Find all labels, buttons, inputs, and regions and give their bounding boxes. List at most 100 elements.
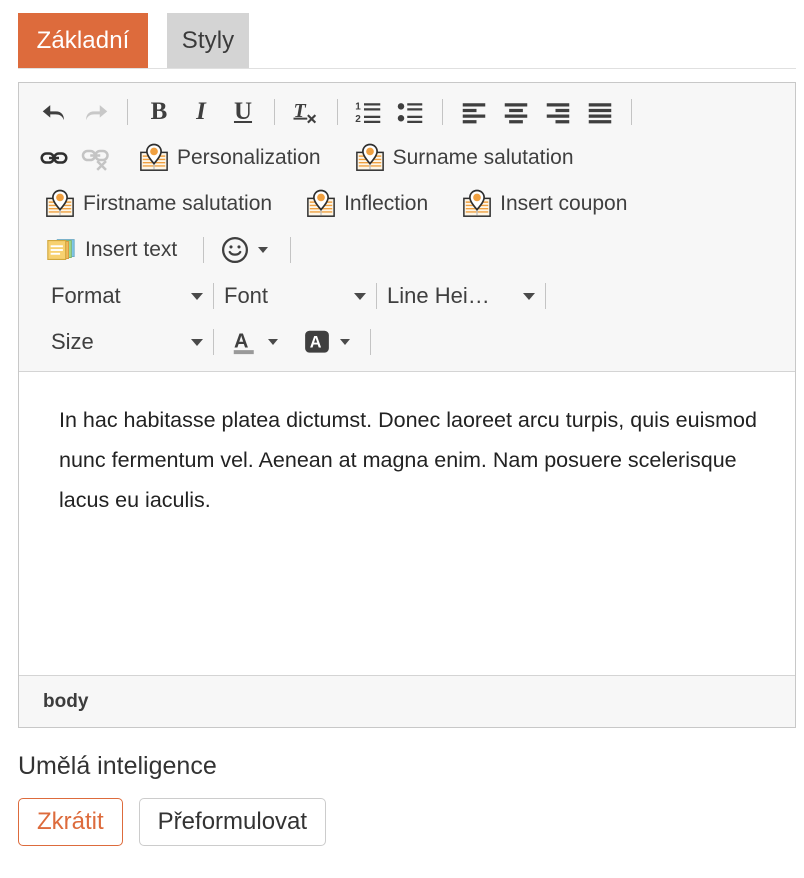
tab-styly-label: Styly (181, 26, 235, 54)
toolbar-row-6: Size A A (19, 319, 795, 365)
surname-salutation-label: Surname salutation (392, 146, 574, 169)
link-icon (40, 152, 68, 164)
toolbar-separator (127, 99, 128, 125)
font-dropdown[interactable]: Font (224, 276, 366, 316)
remove-format-button[interactable]: T (285, 93, 327, 131)
firstname-salutation-button[interactable]: Firstname salutation (37, 185, 280, 223)
map-marker-icon (463, 189, 492, 217)
chevron-down-icon (268, 339, 278, 345)
bold-button[interactable]: B (138, 93, 180, 131)
personalization-button[interactable]: Personalization (131, 139, 329, 177)
map-marker-icon (307, 189, 335, 217)
toolbar-row-1: B I U T 1 2 (19, 89, 795, 135)
chevron-down-icon (258, 247, 269, 253)
toolbar-separator (213, 329, 214, 355)
toolbar-row-4: Insert text (19, 227, 795, 273)
italic-button[interactable]: I (180, 93, 222, 131)
align-center-button[interactable] (495, 93, 537, 131)
size-dropdown[interactable]: Size (51, 322, 203, 362)
format-dropdown-label: Format (51, 283, 121, 308)
line-height-dropdown[interactable]: Line Hei… (387, 276, 535, 316)
chevron-down-icon (523, 292, 535, 300)
align-left-button[interactable] (453, 93, 495, 131)
svg-text:A: A (310, 334, 322, 352)
chevron-down-icon (191, 292, 203, 300)
bulleted-list-icon (397, 103, 423, 123)
tab-zakladni[interactable]: Základní (18, 13, 148, 68)
svg-text:2: 2 (355, 114, 361, 125)
align-justify-icon (588, 103, 612, 124)
italic-icon: I (196, 98, 206, 125)
tab-bar: Základní Styly (0, 0, 804, 70)
background-color-button[interactable]: A (296, 323, 356, 361)
chevron-down-icon (191, 338, 203, 346)
toolbar-row-5: Format Font Line Hei… (19, 273, 795, 319)
insert-text-label: Insert text (85, 238, 178, 261)
insert-text-button[interactable]: Insert text (37, 231, 185, 269)
surname-salutation-button[interactable]: Surname salutation (347, 139, 582, 177)
rephrase-button[interactable]: Přeformulovat (138, 798, 327, 846)
underline-icon: U (233, 98, 253, 125)
undo-icon (42, 105, 64, 121)
tab-bar-underline (18, 68, 796, 69)
inflection-button[interactable]: Inflection (298, 185, 436, 223)
toolbar-row-3: Firstname salutation Inflection Insert c… (19, 181, 795, 227)
bulleted-list-button[interactable] (390, 93, 432, 131)
redo-button[interactable] (75, 93, 117, 131)
path-item-body[interactable]: body (43, 691, 88, 713)
format-dropdown[interactable]: Format (51, 276, 203, 316)
svg-text:A: A (234, 331, 248, 353)
toolbar-separator (631, 99, 632, 125)
editor-body-paragraph: In hac habitasse platea dictumst. Donec … (59, 408, 757, 512)
underline-button[interactable]: U (222, 93, 264, 131)
chevron-down-icon (340, 339, 350, 345)
text-color-icon: A (233, 331, 254, 355)
line-height-dropdown-label: Line Hei… (387, 283, 490, 308)
numbered-list-icon: 1 2 (355, 102, 381, 125)
link-button[interactable] (33, 139, 75, 177)
align-right-icon (546, 103, 570, 124)
toolbar-separator (203, 237, 205, 263)
align-right-button[interactable] (537, 93, 579, 131)
page-root: Základní Styly B I U T 1 2 Personalizati… (0, 0, 804, 878)
map-marker-icon (355, 143, 384, 171)
shorten-button[interactable]: Zkrátit (18, 798, 123, 846)
remove-format-icon: T (293, 100, 317, 124)
redo-icon (86, 105, 108, 121)
unlink-button[interactable] (75, 139, 117, 177)
toolbar-separator (376, 283, 377, 309)
firstname-salutation-label: Firstname salutation (83, 192, 273, 215)
map-marker-icon (140, 143, 168, 171)
emoji-button[interactable] (214, 231, 274, 269)
toolbar-row-2: Personalization Surname salutation (19, 135, 795, 181)
insert-coupon-button[interactable]: Insert coupon (454, 185, 635, 223)
toolbar-separator (290, 237, 292, 263)
tab-zakladni-label: Základní (36, 26, 130, 54)
align-justify-button[interactable] (579, 93, 621, 131)
sticky-notes-icon (47, 239, 75, 260)
insert-coupon-label: Insert coupon (500, 192, 628, 215)
undo-button[interactable] (33, 93, 75, 131)
smiley-icon (222, 237, 249, 263)
personalization-label: Personalization (177, 146, 321, 169)
map-marker-icon (46, 189, 74, 217)
text-color-button[interactable]: A (224, 323, 284, 361)
editor-content-area[interactable]: In hac habitasse platea dictumst. Donec … (19, 372, 795, 578)
toolbar-separator (337, 99, 338, 125)
rephrase-button-label: Přeformulovat (157, 808, 308, 835)
elements-path-bar: body (19, 675, 795, 727)
ai-section-title: Umělá inteligence (18, 752, 217, 780)
editor-toolbar: B I U T 1 2 Personalization Surname salu… (19, 83, 795, 372)
inflection-label: Inflection (344, 192, 429, 215)
shorten-button-label: Zkrátit (37, 808, 104, 835)
bold-icon: B (150, 98, 168, 125)
numbered-list-button[interactable]: 1 2 (348, 93, 390, 131)
ai-section-buttons: Zkrátit Přeformulovat (18, 798, 327, 846)
size-dropdown-label: Size (51, 329, 94, 354)
chevron-down-icon (354, 292, 366, 300)
font-dropdown-label: Font (224, 283, 269, 308)
align-center-icon (504, 103, 528, 124)
rich-text-editor-panel: B I U T 1 2 Personalization Surname salu… (18, 82, 796, 728)
tab-styly[interactable]: Styly (167, 13, 249, 68)
toolbar-separator (545, 283, 546, 309)
